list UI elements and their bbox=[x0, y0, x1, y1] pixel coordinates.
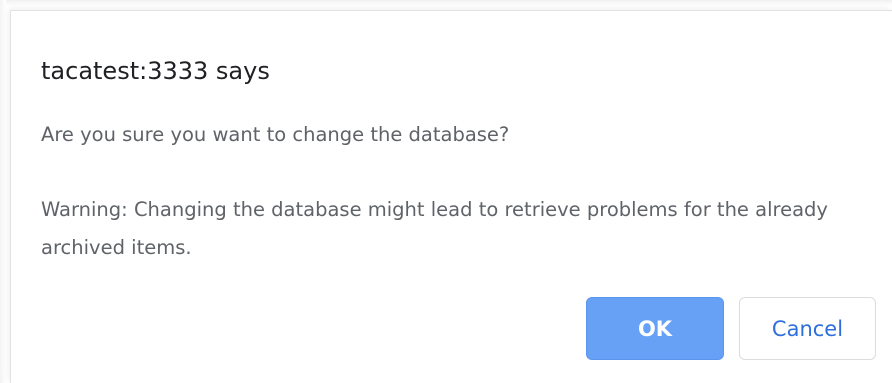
page-background-edge bbox=[0, 0, 892, 6]
dialog-warning-text: Warning: Changing the database might lea… bbox=[41, 198, 828, 259]
page-background-edge-left bbox=[0, 0, 6, 383]
dialog-question-text: Are you sure you want to change the data… bbox=[41, 123, 510, 146]
dialog-title: tacatest:3333 says bbox=[41, 57, 270, 85]
dialog-message: Are you sure you want to change the data… bbox=[41, 116, 861, 267]
alert-dialog: tacatest:3333 says Are you sure you want… bbox=[10, 10, 892, 383]
ok-button[interactable]: OK bbox=[586, 297, 724, 360]
cancel-button[interactable]: Cancel bbox=[739, 297, 876, 360]
